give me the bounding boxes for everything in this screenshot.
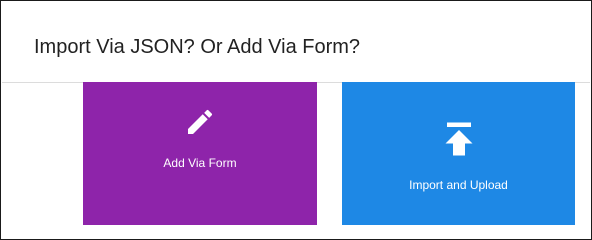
pencil-icon [188,109,213,134]
add-via-form-label: Add Via Form [163,156,237,170]
dialog-title: Import Via JSON? Or Add Via Form? [34,36,361,58]
upload-icon [445,122,473,156]
import-and-upload-label: Import and Upload [409,178,508,192]
add-via-form-button[interactable]: Add Via Form [83,82,317,225]
import-or-form-dialog: Import Via JSON? Or Add Via Form? Add Vi… [0,0,592,240]
import-and-upload-button[interactable]: Import and Upload [342,82,575,225]
